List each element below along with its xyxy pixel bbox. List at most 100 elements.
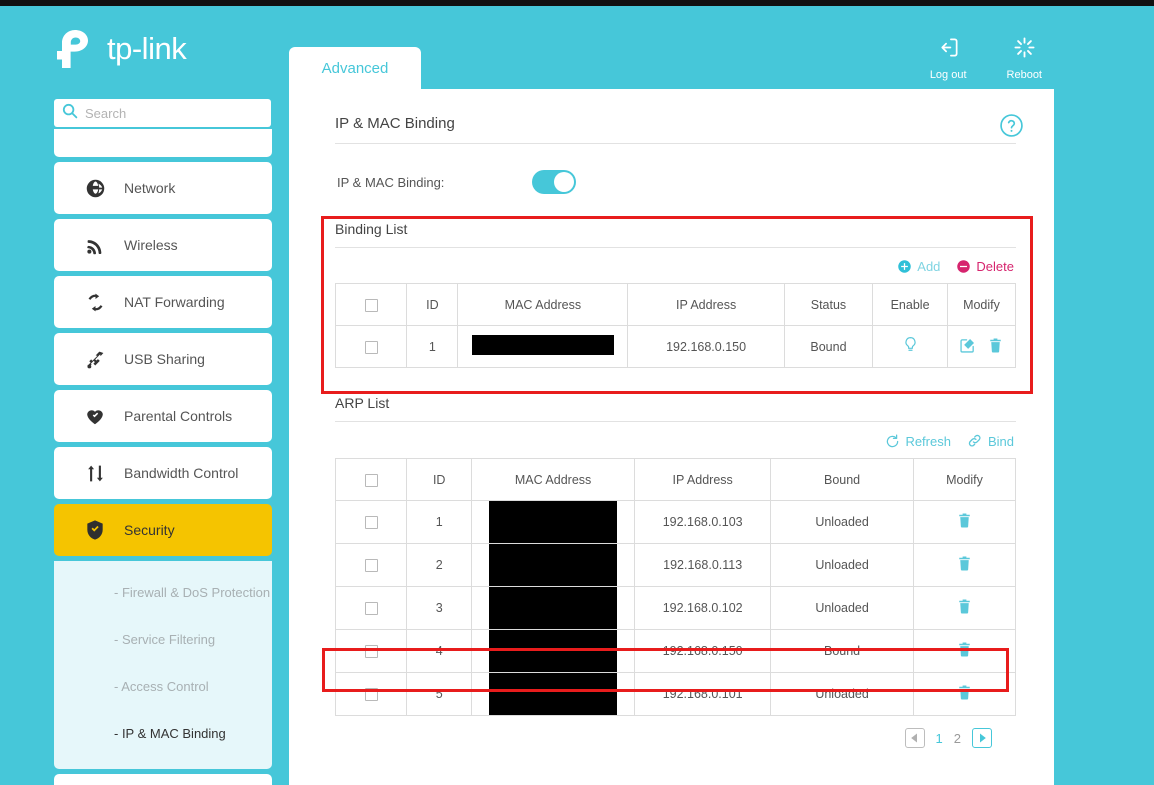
help-circle-icon[interactable] [999,113,1024,143]
arp-col-bound: Bound [770,458,914,501]
arp-list-header-row: ID MAC Address IP Address Bound Modify [334,458,1017,501]
sidebar-item-label-wireless: Wireless [124,237,178,253]
arp-row-checkbox[interactable] [364,688,378,702]
arp-row-bound: Unloaded [770,500,914,544]
logout-label: Log out [929,69,967,81]
clipped-top-icon [84,129,106,140]
bind-button[interactable]: Bind [967,433,1014,449]
sidebar-subitem-ip-mac-binding[interactable]: - IP & MAC Binding [54,710,272,757]
arp-row-checkbox[interactable] [364,516,378,530]
sidebar-item-usb-sharing[interactable]: USB Sharing [54,333,272,385]
arp-row-modify-cell [912,543,1017,587]
bind-label: Bind [987,433,1014,449]
refresh-button[interactable]: Refresh [885,434,951,449]
arp-row-modify-cell [912,672,1017,716]
arp-row-checkbox[interactable] [364,645,378,659]
binding-col-id: ID [406,283,459,326]
sidebar-item-security[interactable]: Security [54,504,272,556]
pagination-page-2[interactable]: 2 [954,731,961,746]
arp-row-checkbox-cell [334,500,408,544]
link-icon [968,434,981,447]
binding-list-table: ID MAC Address IP Address Status Enable … [334,283,1017,368]
binding-select-all-checkbox[interactable] [364,298,378,312]
pagination-page-1[interactable]: 1 [936,731,943,746]
arp-row-ip: 192.168.0.150 [634,629,772,673]
binding-col-ip-address: IP Address [627,283,785,326]
arp-select-all-checkbox[interactable] [364,473,378,487]
trash-icon[interactable] [957,641,972,661]
binding-row-checkbox[interactable] [364,340,378,354]
sidebar-item-network[interactable]: Network [54,162,272,214]
search-input[interactable] [85,105,255,121]
tplink-logo-text: tp-link [107,31,187,66]
arp-col-mac-address: MAC Address [470,458,636,501]
trash-icon[interactable] [988,337,1003,357]
sidebar-subitem-access-control[interactable]: - Access Control [54,663,272,710]
sidebar-subitem-label-firewall: - Firewall & DoS Protection [114,585,271,600]
mac-address-redaction [489,673,618,715]
table-row: 5 192.168.0.101 Unloaded [334,672,1017,716]
sidebar-item-bandwidth-control[interactable]: Bandwidth Control [54,447,272,499]
arp-row-ip: 192.168.0.101 [634,672,772,716]
header-actions: Log out Reboot [930,36,1042,81]
binding-row-mac-redacted [457,325,629,368]
arp-row-id: 5 [406,672,472,716]
arp-row-ip: 192.168.0.102 [634,586,772,630]
pagination-prev-button[interactable] [904,728,925,748]
reboot-icon [1013,36,1036,64]
chevron-right-icon [979,733,986,743]
tab-advanced[interactable]: Advanced [289,47,421,89]
heart-icon [84,405,106,427]
arp-row-bound: Unloaded [770,543,914,587]
pagination-next-button[interactable] [972,728,992,748]
arp-row-modify-cell [912,586,1017,630]
table-row: 3 192.168.0.102 Unloaded [334,586,1017,630]
sidebar-item-label-parental-controls: Parental Controls [124,408,233,424]
logout-button[interactable]: Log out [930,36,967,81]
trash-icon[interactable] [957,598,972,618]
sidebar-item-label-network: Network [124,180,176,196]
trash-icon[interactable] [957,512,972,532]
sidebar-item-clipped-top[interactable] [54,129,272,157]
arp-row-id: 4 [406,629,472,673]
minus-circle-icon [957,260,971,273]
delete-button[interactable]: Delete [956,259,1014,274]
refresh-label: Refresh [905,433,951,449]
ip-mac-binding-toggle[interactable] [532,170,576,194]
arp-row-checkbox[interactable] [364,602,378,616]
arp-row-id: 1 [406,500,472,544]
arp-col-modify: Modify [912,458,1017,501]
sidebar-item-parental-controls[interactable]: Parental Controls [54,390,272,442]
table-row: 2 192.168.0.113 Unloaded [334,543,1017,587]
arp-row-mac-redacted [470,586,636,630]
arp-row-ip: 192.168.0.103 [634,500,772,544]
arp-list-body: 1 192.168.0.103 Unloaded 2 192.168.0.113… [334,500,1017,716]
arp-row-checkbox-cell [334,629,408,673]
edit-icon[interactable] [959,337,976,357]
sidebar-subitem-firewall-dos-protection[interactable]: - Firewall & DoS Protection [54,569,272,616]
search-box[interactable] [54,99,271,127]
sidebar-subitem-label-access-control: - Access Control [114,679,209,694]
arp-row-checkbox-cell [334,586,408,630]
sidebar-item-vpn[interactable]: VPN [54,774,272,785]
bulb-icon[interactable] [902,335,919,358]
mac-address-redaction [489,501,618,543]
sidebar-subitem-label-service-filtering: - Service Filtering [114,632,216,647]
delete-label: Delete [976,259,1014,274]
arp-row-checkbox-cell [334,672,408,716]
arp-row-checkbox[interactable] [364,559,378,573]
sidebar-item-wireless[interactable]: Wireless [54,219,272,271]
binding-row-status: Bound [783,325,874,368]
arp-row-id: 2 [406,543,472,587]
arp-list-section: ARP List Refresh Bind ID MAC Address IP … [334,395,1017,748]
arp-row-mac-redacted [470,543,636,587]
table-row: 4 192.168.0.150 Bound [334,629,1017,673]
trash-icon[interactable] [957,684,972,704]
sidebar-item-nat-forwarding[interactable]: NAT Forwarding [54,276,272,328]
ip-mac-binding-toggle-label: IP & MAC Binding: [337,174,445,190]
add-button[interactable]: Add [897,259,940,274]
reboot-button[interactable]: Reboot [1007,36,1042,81]
sidebar: tp-link Search Network Wireless NAT Forw… [0,6,285,785]
sidebar-subitem-service-filtering[interactable]: - Service Filtering [54,616,272,663]
trash-icon[interactable] [957,555,972,575]
